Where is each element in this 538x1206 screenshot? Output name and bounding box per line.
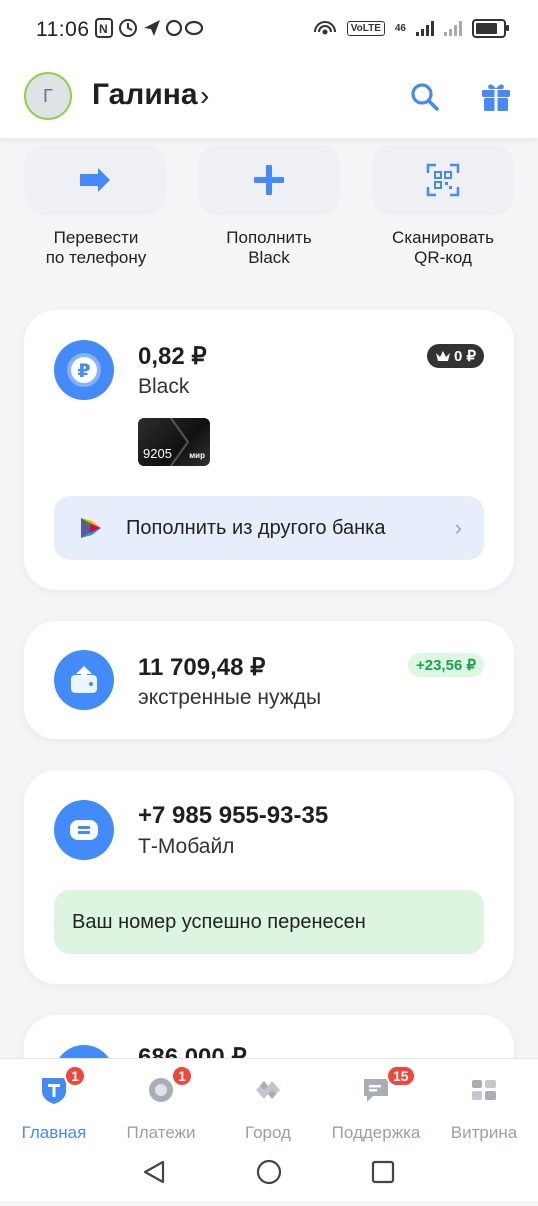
svg-text:₽: ₽ bbox=[77, 360, 90, 382]
plus-icon bbox=[254, 165, 284, 195]
sbp-logo-icon bbox=[81, 518, 101, 538]
topup-from-other-bank-button[interactable]: Пополнить из другого банка › bbox=[54, 496, 484, 560]
qa-line2: по телефону bbox=[45, 248, 147, 267]
tab-home[interactable]: 1 Главная bbox=[0, 1065, 108, 1142]
phone-number: +7 985 955-93-35 bbox=[138, 802, 329, 829]
status-bar: 11:06 N VoLTE 46 bbox=[0, 0, 538, 60]
tab-support[interactable]: 15 Поддержка bbox=[322, 1065, 430, 1142]
qa-line1: Сканировать bbox=[392, 228, 494, 247]
income-badge: +23,56 ₽ bbox=[407, 653, 484, 677]
svg-text:N: N bbox=[99, 22, 112, 36]
sim-card-icon bbox=[54, 800, 114, 860]
tab-home-label: Главная bbox=[21, 1123, 87, 1142]
tab-showcase[interactable]: Витрина bbox=[430, 1071, 538, 1142]
notification-icons-svg: N bbox=[95, 18, 204, 38]
city-icon bbox=[256, 1081, 280, 1099]
account-amount: 0,82 ₽ bbox=[138, 343, 207, 370]
account-name: экстренные нужды bbox=[138, 686, 322, 709]
transfer-by-phone-button[interactable] bbox=[24, 145, 166, 215]
qa-line1: Перевести bbox=[53, 228, 139, 247]
qa-line2: Black bbox=[248, 248, 290, 267]
hotspot-icon bbox=[313, 21, 336, 35]
network-type: 46 bbox=[394, 22, 406, 34]
user-name[interactable]: Галина bbox=[92, 78, 198, 112]
card-system-logo: мир bbox=[189, 451, 205, 460]
tab-payments[interactable]: 1 Платежи bbox=[107, 1065, 215, 1142]
tab-showcase-label: Витрина bbox=[450, 1123, 518, 1142]
chevron-right-icon[interactable]: › bbox=[200, 80, 209, 112]
sim-card-svg bbox=[70, 820, 98, 840]
ruble-coin-svg: ₽ bbox=[67, 353, 101, 387]
topup-label: Пополнить из другого банка bbox=[126, 516, 386, 539]
ruble-icon: ₽ bbox=[54, 340, 114, 400]
signal-2-icon bbox=[444, 20, 462, 36]
battery-icon bbox=[472, 18, 509, 38]
qr-code-icon bbox=[426, 163, 460, 197]
account-amount: 11 709,48 ₽ bbox=[138, 654, 266, 681]
tab-support-badge: 15 bbox=[386, 1065, 416, 1087]
account-savings-card[interactable]: 11 709,48 ₽ экстренные нужды +23,56 ₽ bbox=[24, 621, 514, 739]
avatar-initial: Г bbox=[43, 85, 53, 106]
piggy-wallet-icon bbox=[54, 650, 114, 710]
back-icon bbox=[143, 1160, 165, 1184]
topup-black-button[interactable] bbox=[198, 145, 340, 215]
account-name: Black bbox=[138, 375, 190, 398]
arrow-right-icon bbox=[80, 168, 110, 192]
topup-black-label: Пополнить Black bbox=[179, 228, 359, 268]
gift-icon[interactable] bbox=[480, 80, 512, 112]
scan-qr-button[interactable] bbox=[372, 145, 514, 215]
tab-payments-badge: 1 bbox=[171, 1065, 193, 1087]
bank-card-thumbnail[interactable]: 9205 мир bbox=[138, 418, 210, 466]
tab-home-badge: 1 bbox=[64, 1065, 86, 1087]
account-black-card[interactable]: ₽ 0,82 ₽ Black 0 ₽ 9205 мир Пополнить из… bbox=[24, 310, 514, 590]
transfer-by-phone-label: Перевести по телефону bbox=[6, 228, 186, 268]
tab-city[interactable]: Город bbox=[214, 1071, 322, 1142]
home-icon bbox=[256, 1159, 282, 1185]
tab-city-label: Город bbox=[245, 1123, 291, 1142]
system-nav-svg bbox=[143, 1159, 395, 1185]
system-navigation-bar bbox=[0, 1147, 538, 1201]
crown-icon bbox=[435, 351, 450, 361]
notification-icons: N bbox=[94, 16, 204, 46]
card-last-digits: 9205 bbox=[143, 446, 172, 461]
signal-icon bbox=[416, 20, 434, 36]
porting-success-notice: Ваш номер успешно перенесен bbox=[54, 890, 484, 954]
bonus-badge: 0 ₽ bbox=[426, 344, 484, 368]
top-header: Г Галина › bbox=[0, 60, 538, 138]
chevron-right-icon: › bbox=[454, 515, 462, 540]
system-status-icons: VoLTE 46 bbox=[313, 18, 509, 38]
tab-payments-label: Платежи bbox=[126, 1123, 196, 1142]
tab-support-label: Поддержка bbox=[331, 1123, 421, 1142]
volte-badge: VoLTE bbox=[346, 20, 385, 36]
qa-line2: QR-код bbox=[414, 248, 472, 267]
notice-label: Ваш номер успешно перенесен bbox=[72, 910, 366, 933]
wallet-arrow-svg bbox=[71, 666, 97, 693]
mobile-operator-card[interactable]: +7 985 955-93-35 Т-Мобайл Ваш номер успе… bbox=[24, 770, 514, 984]
bonus-value: 0 ₽ bbox=[453, 348, 476, 365]
qa-line1: Пополнить bbox=[226, 228, 312, 247]
status-time: 11:06 bbox=[36, 18, 90, 41]
operator-name: Т-Мобайл bbox=[138, 835, 235, 858]
recents-icon bbox=[371, 1160, 395, 1184]
grid-icon bbox=[472, 1080, 496, 1100]
income-value: +23,56 ₽ bbox=[415, 657, 476, 674]
search-icon[interactable] bbox=[410, 82, 440, 112]
bottom-navigation: 1 Главная 1 Платежи Город 15 Поддержка В… bbox=[0, 1058, 538, 1201]
scan-qr-label: Сканировать QR-код bbox=[353, 228, 533, 268]
avatar[interactable]: Г bbox=[24, 72, 72, 120]
